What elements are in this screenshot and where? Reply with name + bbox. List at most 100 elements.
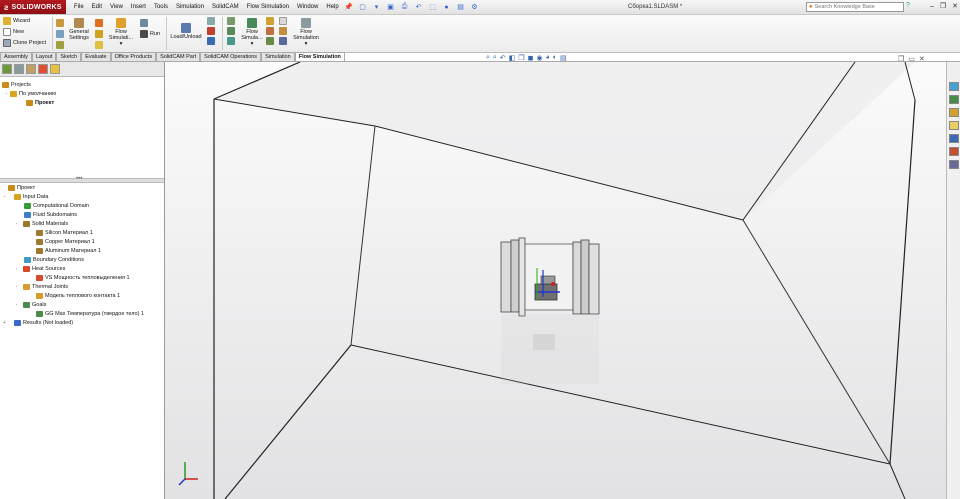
settings-small-icon-1[interactable] <box>56 19 64 27</box>
flow-simulation-dropdown-3[interactable]: Flow Simulation ▾ <box>292 18 320 47</box>
collapse-icon[interactable]: - <box>14 302 19 308</box>
tree-node-3[interactable]: Fluid Subdomains <box>24 211 77 219</box>
tree-node-12[interactable]: Модель теплового контакта 1 <box>36 292 120 300</box>
tree-node-9[interactable]: - Heat Sources <box>14 265 65 273</box>
tree-node-4[interactable]: - Solid Materials <box>14 220 68 228</box>
tab-solidcam-operations[interactable]: SolidCAM Operations <box>200 52 262 61</box>
custom-properties-icon[interactable] <box>949 147 959 156</box>
section-view-icon[interactable]: ◧ <box>509 54 516 62</box>
results-tool-icon-3[interactable] <box>207 37 215 45</box>
settings-small-icon-3[interactable] <box>56 41 64 49</box>
collapse-icon[interactable]: - <box>4 91 9 97</box>
new-doc-icon[interactable]: ▢ <box>357 2 368 12</box>
tab-sketch[interactable]: Sketch <box>56 52 82 61</box>
open-icon[interactable]: ▾ <box>371 2 382 12</box>
dimxpert-tab-icon[interactable] <box>38 64 48 74</box>
menu-solidcam[interactable]: SolidCAM <box>208 0 243 14</box>
property-manager-tab-icon[interactable] <box>14 64 24 74</box>
print-icon[interactable]: ⎙ <box>399 2 410 12</box>
plot-icon-1[interactable] <box>266 17 274 25</box>
menu-simulation[interactable]: Simulation <box>172 0 208 14</box>
tree-node-8[interactable]: Boundary Conditions <box>24 256 84 264</box>
plot-icon-5[interactable] <box>279 37 287 45</box>
save-icon[interactable]: ▣ <box>385 2 396 12</box>
flow-small-icon-2[interactable] <box>95 30 103 38</box>
results-tool-icon-2[interactable] <box>207 27 215 35</box>
viewport-close-icon[interactable]: ✕ <box>919 55 925 63</box>
results-tool-icon-1[interactable] <box>207 17 215 25</box>
display-icon-1[interactable] <box>227 17 235 25</box>
menu-tools[interactable]: Tools <box>150 0 172 14</box>
run-button[interactable]: Run <box>140 30 160 38</box>
general-settings-button[interactable]: General Settings <box>67 18 91 41</box>
tab-simulation[interactable]: Simulation <box>261 52 295 61</box>
plot-icon-4[interactable] <box>279 27 287 35</box>
viewport-tile-icon[interactable]: ▭ <box>908 55 915 63</box>
load-unload-button[interactable]: Load/Unload <box>168 23 204 40</box>
menu-file[interactable]: File <box>70 0 88 14</box>
plot-icon-3[interactable] <box>266 37 274 45</box>
tree-node-13[interactable]: - Goals <box>14 301 46 309</box>
flow-simulation-dropdown-1[interactable]: Flow Simulati... ▾ <box>107 18 135 47</box>
solidworks-logo[interactable]: ƨ SOLIDWORKS <box>0 0 66 14</box>
previous-view-icon[interactable]: ↶ <box>500 54 506 62</box>
tree-node-14[interactable]: GG Max Температура (твердое тело) 1 <box>36 310 144 318</box>
display-icon-3[interactable] <box>227 37 235 45</box>
menu-view[interactable]: View <box>106 0 127 14</box>
clone-project-button[interactable]: Clone Project <box>3 39 46 47</box>
view-palette-icon[interactable] <box>949 121 959 130</box>
close-icon[interactable]: ✕ <box>952 1 958 13</box>
search-input[interactable] <box>814 4 895 10</box>
collapse-icon[interactable]: - <box>14 284 19 290</box>
menu-window[interactable]: Window <box>293 0 322 14</box>
appearances-icon[interactable] <box>949 134 959 143</box>
edit-appearance-icon[interactable]: ◕ <box>546 54 550 62</box>
tab-solidcam-part[interactable]: SolidCAM Part <box>156 52 201 61</box>
scene-icon[interactable]: ◐ <box>553 54 557 62</box>
menu-insert[interactable]: Insert <box>127 0 150 14</box>
resources-icon[interactable] <box>949 82 959 91</box>
tree-node-1[interactable]: - Input Data <box>2 193 48 201</box>
flow-analysis-tab-icon[interactable] <box>50 64 60 74</box>
collapse-icon[interactable]: - <box>14 266 19 272</box>
design-library-icon[interactable] <box>949 95 959 104</box>
display-style-icon[interactable]: ◼ <box>528 54 534 62</box>
tree-node-15[interactable]: + Results (Not loaded) <box>2 319 73 327</box>
help-icon[interactable]: ? <box>906 2 910 9</box>
tab-layout[interactable]: Layout <box>31 52 57 61</box>
wizard-button[interactable]: Wizard <box>3 17 30 25</box>
tab-flow-simulation[interactable]: Flow Simulation <box>294 52 345 61</box>
file-explorer-icon[interactable] <box>949 108 959 117</box>
config-node[interactable]: - По умолчанию <box>4 90 56 98</box>
undo-icon[interactable]: ↶ <box>413 2 424 12</box>
settings-small-icon-2[interactable] <box>56 30 64 38</box>
tree-node-10[interactable]: VS Мощность тепловыделения 1 <box>36 274 130 282</box>
expand-icon[interactable]: + <box>2 320 7 326</box>
flow-simulation-dropdown-2[interactable]: Flow Simula... ▾ <box>238 18 266 47</box>
zoom-area-icon[interactable]: ⌕ <box>493 54 497 62</box>
tree-node-0[interactable]: Проект <box>2 184 35 192</box>
project-node-top[interactable]: Проект <box>26 99 54 107</box>
collapse-icon[interactable]: - <box>14 221 19 227</box>
plot-icon-2[interactable] <box>266 27 274 35</box>
tab-assembly[interactable]: Assembly <box>0 52 32 61</box>
flow-small-icon-1[interactable] <box>95 19 103 27</box>
menu-help[interactable]: Help <box>322 0 342 14</box>
menu-edit[interactable]: Edit <box>88 0 106 14</box>
graphics-area[interactable] <box>165 62 946 499</box>
tree-node-2[interactable]: Computational Domain <box>24 202 89 210</box>
tree-node-7[interactable]: Aluminum Материал 1 <box>36 247 101 255</box>
restore-icon[interactable]: ❐ <box>940 1 946 13</box>
search-box[interactable]: ● <box>806 2 904 12</box>
zoom-to-fit-icon[interactable]: ⌕ <box>486 54 490 62</box>
tree-node-5[interactable]: Silicon Материал 1 <box>36 229 93 237</box>
file-props-icon[interactable]: ▤ <box>455 2 466 12</box>
solidworks-forum-icon[interactable] <box>949 160 959 169</box>
light-icon[interactable] <box>279 17 287 25</box>
solver-icon[interactable] <box>140 19 148 27</box>
pin-icon[interactable]: 📌 <box>343 2 354 12</box>
tab-evaluate[interactable]: Evaluate <box>81 52 111 61</box>
options-icon[interactable]: ⚙ <box>469 2 480 12</box>
viewport-restore-icon[interactable]: ❐ <box>898 55 904 63</box>
tree-node-11[interactable]: - Thermal Joints <box>14 283 68 291</box>
